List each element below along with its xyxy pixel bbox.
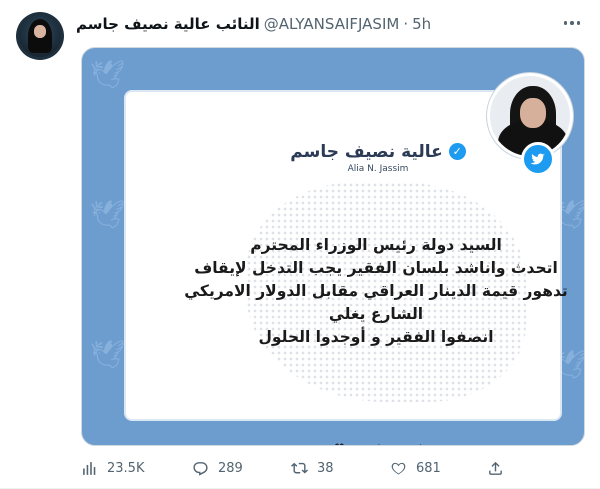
avatar-face — [34, 25, 46, 38]
display-name[interactable]: النائب عالية نصيف جاسم — [76, 15, 260, 33]
views-button[interactable]: 23.5K — [81, 460, 144, 477]
reply-count: 289 — [218, 460, 243, 476]
tweet-header: النائب عالية نصيف جاسم @ALYANSAIFJASIM ·… — [76, 14, 431, 34]
views-count: 23.5K — [107, 460, 145, 476]
share-icon — [489, 461, 502, 475]
brand-name-arabic: عالية نصيف جاسم — [290, 141, 443, 162]
retweet-icon — [291, 462, 308, 474]
bird-pattern-icon: 🕊 — [90, 198, 126, 231]
portrait-face — [520, 98, 546, 128]
timestamp[interactable]: 5h — [412, 15, 431, 33]
heart-icon — [391, 462, 406, 475]
statement-line: السيد دولة رئيس الوزراء المحترم — [250, 236, 502, 254]
statement-text: السيد دولة رئيس الوزراء المحترم اتحدث وا… — [184, 234, 568, 349]
statement-line: اتحدث واناشد بلسان الفقير يجب التدخل لإي… — [194, 259, 558, 277]
statement-line: انصفوا الفقير و أوجدوا الحلول — [258, 328, 494, 346]
tweet-media-image[interactable]: 🕊 🕊 🕊 🕊 🕊 ✓ عالية نصيف جاسم Alia N. Jass… — [81, 47, 585, 446]
card-action-icons: ⬅ ♥ ★ ⇄ ➡ — [289, 439, 469, 446]
separator-dot: · — [403, 15, 409, 33]
verified-badge-icon: ✓ — [448, 143, 466, 160]
like-button[interactable]: 681 — [390, 460, 441, 477]
tweet[interactable]: النائب عالية نصيف جاسم @ALYANSAIFJASIM ·… — [0, 0, 600, 489]
retweet-icon: ⇄ — [408, 442, 430, 446]
twitter-bird-icon — [521, 142, 555, 176]
brand-name-latin: Alia N. Jassim — [347, 163, 409, 174]
star-icon: ★ — [368, 442, 390, 446]
reply-button[interactable]: 289 — [192, 460, 243, 477]
avatar[interactable] — [16, 12, 64, 60]
bird-pattern-icon: 🕊 — [90, 58, 126, 91]
retweet-count: 38 — [317, 460, 334, 476]
reply-arrow-icon: ⬅ — [289, 442, 311, 446]
forward-arrow-icon: ➡ — [447, 442, 469, 446]
user-handle[interactable]: @ALYANSAIFJASIM — [264, 15, 400, 33]
heart-icon: ♥ — [329, 442, 351, 446]
reply-icon — [193, 461, 208, 476]
tweet-action-bar: 23.5K 289 38 681 — [81, 456, 585, 480]
statement-line: تدهور قيمة الدينار العراقي مقابل الدولار… — [184, 282, 568, 300]
more-options-icon[interactable] — [562, 15, 582, 31]
retweet-button[interactable]: 38 — [291, 460, 334, 477]
share-button[interactable] — [487, 460, 504, 477]
bird-pattern-icon: 🕊 — [90, 338, 126, 371]
statement-line: الشارع يغلي — [328, 305, 424, 323]
views-icon — [83, 461, 96, 475]
like-count: 681 — [416, 460, 441, 476]
brand-logo: ✓ عالية نصيف جاسم Alia N. Jassim — [288, 140, 468, 174]
